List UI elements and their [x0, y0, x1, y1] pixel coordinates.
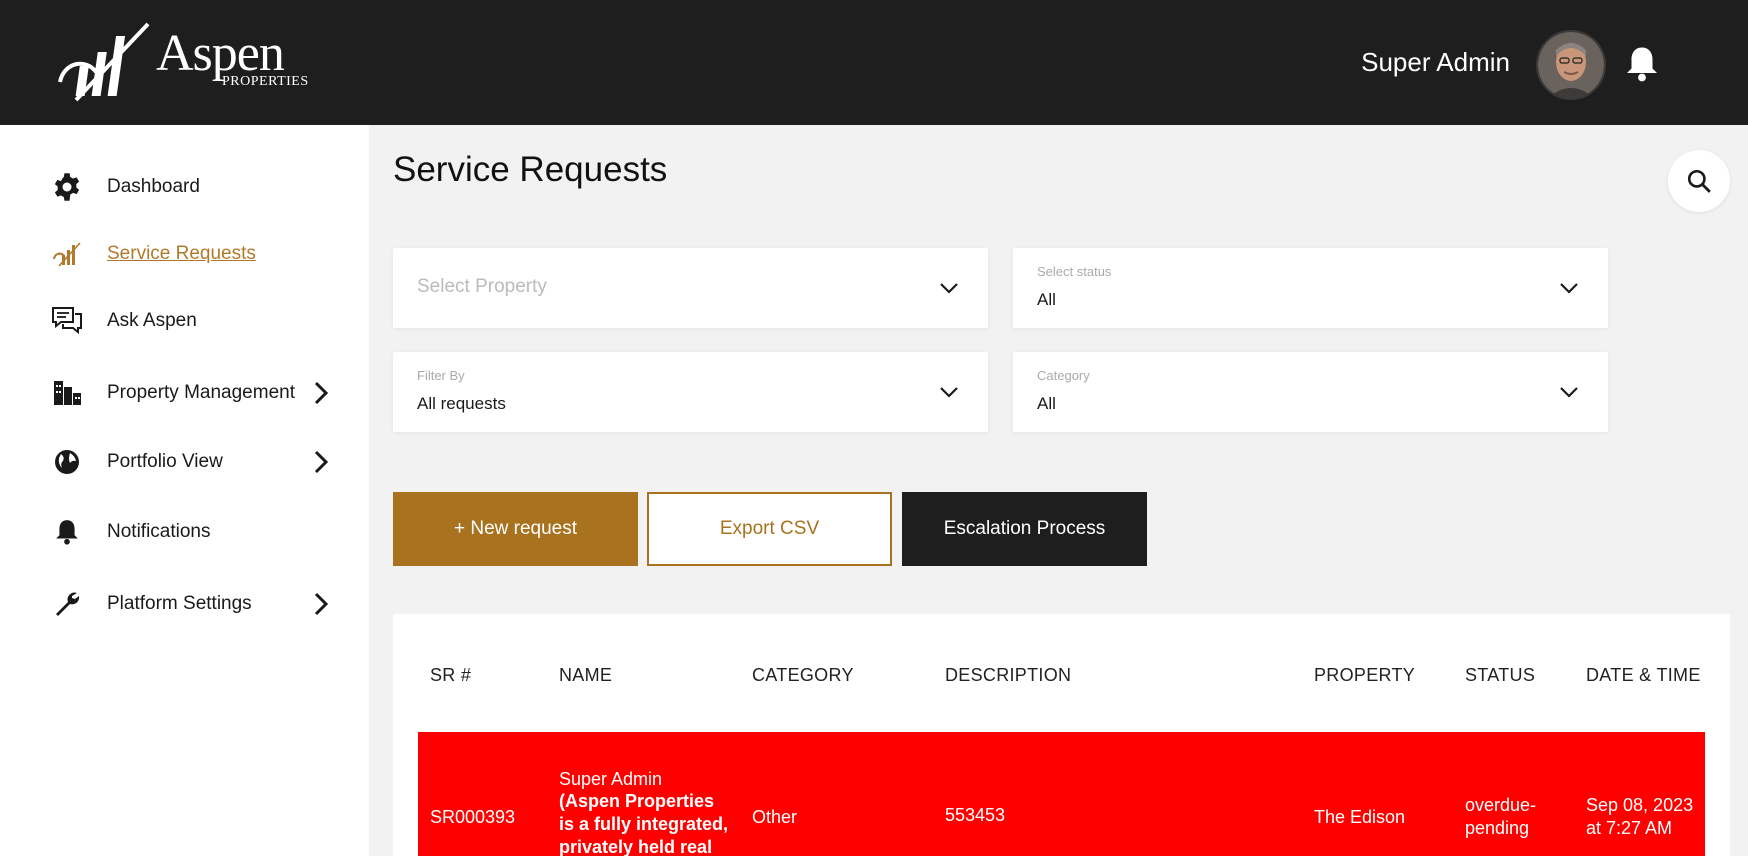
filter-by-value: All requests [417, 394, 506, 413]
wrench-icon [50, 587, 84, 621]
chevron-down-icon [1560, 283, 1578, 294]
sidebar-item-platform-settings[interactable]: Platform Settings [50, 584, 340, 624]
sidebar-item-property-management[interactable]: Property Management [50, 373, 340, 413]
chevron-down-icon [940, 387, 958, 398]
page-title: Service Requests [393, 150, 668, 189]
property-select-placeholder: Select Property [417, 276, 547, 297]
cell-property: The Edison [1314, 807, 1406, 827]
filter-by-select[interactable]: Filter By All requests [393, 352, 988, 432]
status-select[interactable]: Select status All [1013, 248, 1608, 328]
cell-status-line2: pending [1465, 818, 1530, 838]
status-select-value: All [1037, 290, 1056, 309]
sidebar-item-label: Portfolio View [107, 451, 223, 472]
user-name[interactable]: Super Admin [1361, 47, 1510, 78]
status-select-label: Select status [1037, 264, 1112, 279]
column-header-name[interactable]: NAME [559, 665, 612, 686]
category-select-label: Category [1037, 368, 1090, 383]
column-header-category[interactable]: CATEGORY [752, 665, 854, 686]
escalation-process-button[interactable]: Escalation Process [902, 492, 1147, 566]
sidebar-item-label: Platform Settings [107, 593, 252, 614]
cell-description: 553453 [945, 805, 1006, 825]
globe-icon [50, 445, 84, 479]
export-csv-button[interactable]: Export CSV [647, 492, 892, 566]
logo-subtitle: PROPERTIES [222, 74, 309, 89]
sidebar-item-ask-aspen[interactable]: Ask Aspen [50, 301, 340, 341]
new-request-button[interactable]: + New request [393, 492, 638, 566]
property-select[interactable]: Select Property [393, 248, 988, 328]
avatar-image [1538, 32, 1604, 98]
sidebar-item-notifications[interactable]: Notifications [50, 512, 340, 552]
chevron-down-icon [1560, 387, 1578, 398]
notifications-bell-icon[interactable] [1624, 44, 1660, 89]
service-requests-table: SR # NAME CATEGORY DESCRIPTION PROPERTY … [393, 614, 1730, 856]
cell-status-line1: overdue- [1465, 795, 1537, 815]
gear-icon [50, 170, 84, 204]
sidebar-item-portfolio-view[interactable]: Portfolio View [50, 442, 340, 482]
sidebar-item-label: Property Management [107, 382, 295, 403]
cell-date-line1: Sep 08, 2023 [1586, 795, 1694, 815]
column-header-date-time[interactable]: DATE & TIME [1586, 665, 1701, 686]
bell-icon [50, 515, 84, 549]
category-select[interactable]: Category All [1013, 352, 1608, 432]
sidebar-item-label: Ask Aspen [107, 310, 197, 331]
search-button[interactable] [1668, 150, 1730, 212]
cell-name-detail: (Aspen Properties is a fully integrated,… [559, 791, 729, 856]
aspen-logo-icon [50, 237, 84, 271]
category-select-value: All [1037, 394, 1056, 413]
column-header-property[interactable]: PROPERTY [1314, 665, 1415, 686]
chat-icon [50, 304, 84, 338]
cell-date-line2: at 7:27 AM [1586, 818, 1673, 838]
sidebar: Dashboard Service Requests Ask Aspen Pro… [0, 125, 369, 856]
column-header-status[interactable]: STATUS [1465, 665, 1535, 686]
chevron-right-icon [314, 381, 329, 405]
chevron-down-icon [940, 283, 958, 294]
aspen-logo-icon [58, 22, 150, 102]
column-header-description[interactable]: DESCRIPTION [945, 665, 1071, 686]
chevron-right-icon [314, 450, 329, 474]
buildings-icon [50, 376, 84, 410]
sidebar-item-service-requests[interactable]: Service Requests [50, 234, 340, 274]
sidebar-item-label: Service Requests [107, 243, 256, 264]
sidebar-item-label: Dashboard [107, 176, 200, 197]
cell-sr-number: SR000393 [430, 807, 516, 827]
sidebar-item-dashboard[interactable]: Dashboard [50, 167, 340, 207]
chevron-right-icon [314, 592, 329, 616]
filter-by-label: Filter By [417, 368, 465, 383]
table-row[interactable]: SR000393 Super Admin (Aspen Properties i… [418, 732, 1705, 856]
aspen-logo[interactable]: Aspen PROPERTIES [56, 18, 326, 108]
cell-category: Other [752, 807, 798, 827]
cell-name: Super Admin [559, 769, 663, 789]
column-header-sr[interactable]: SR # [430, 665, 471, 686]
sidebar-item-label: Notifications [107, 521, 211, 542]
search-icon [1687, 169, 1711, 193]
top-bar: Aspen PROPERTIES Super Admin [0, 0, 1748, 125]
avatar[interactable] [1536, 30, 1606, 100]
